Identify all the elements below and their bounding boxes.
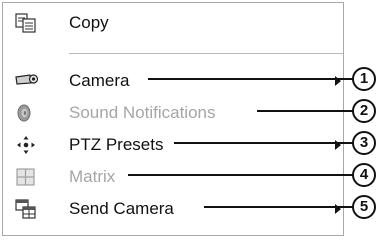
callout-leader-line bbox=[174, 142, 354, 144]
callout-leader-line bbox=[204, 206, 354, 208]
menu-item-sound-notifications-label: Sound Notifications bbox=[69, 103, 216, 122]
callout-leader-line bbox=[128, 174, 354, 176]
menu-item-copy-label: Copy bbox=[69, 13, 109, 32]
callout-leader-line bbox=[257, 110, 354, 112]
menu-item-ptz-presets-label: PTZ Presets bbox=[69, 135, 164, 154]
callout-leader-line bbox=[148, 78, 354, 80]
menu-separator bbox=[69, 53, 343, 54]
menu-item-ptz-presets[interactable]: PTZ Presets bbox=[3, 129, 343, 161]
menu-item-matrix: Matrix bbox=[3, 161, 343, 193]
copy-icon bbox=[15, 13, 37, 33]
matrix-grid-icon bbox=[15, 167, 37, 187]
callout-2: 2 bbox=[352, 99, 376, 123]
callout-5: 5 bbox=[352, 195, 376, 219]
send-camera-icon bbox=[15, 199, 37, 219]
ptz-arrows-icon bbox=[15, 135, 37, 155]
callout-3: 3 bbox=[352, 131, 376, 155]
menu-item-camera[interactable]: Camera bbox=[3, 65, 343, 97]
callout-4: 4 bbox=[352, 163, 376, 187]
menu-item-sound-notifications: Sound Notifications bbox=[3, 97, 343, 129]
context-menu: Copy Camera Sound Notifications PTZ Pres… bbox=[2, 2, 344, 236]
menu-item-send-camera-label: Send Camera bbox=[69, 199, 174, 218]
camera-icon bbox=[15, 71, 39, 91]
menu-item-send-camera[interactable]: Send Camera bbox=[3, 193, 343, 225]
menu-item-copy[interactable]: Copy bbox=[3, 7, 343, 39]
menu-item-matrix-label: Matrix bbox=[69, 167, 116, 186]
menu-item-camera-label: Camera bbox=[69, 71, 130, 90]
callout-1: 1 bbox=[352, 67, 376, 91]
speaker-icon bbox=[15, 103, 37, 123]
